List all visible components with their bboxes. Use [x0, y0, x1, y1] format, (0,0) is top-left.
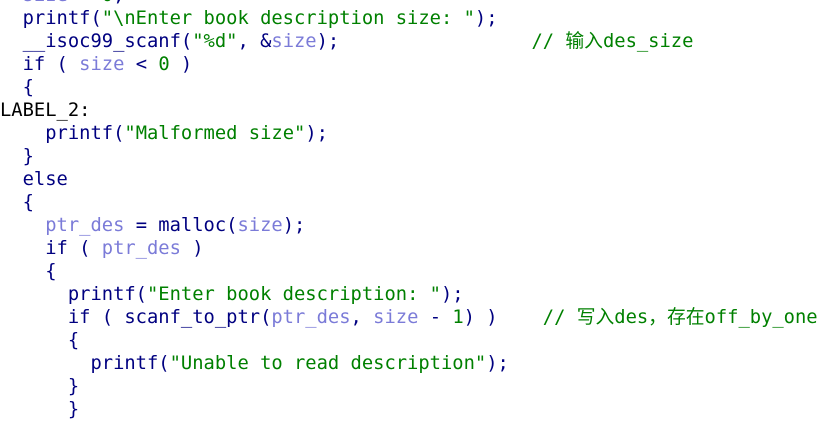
- string-literal: "Unable to read description": [169, 353, 487, 374]
- code-comment: // 写入des，存在off_by_one: [542, 307, 818, 328]
- variable-token: size: [23, 0, 68, 6]
- code-line[interactable]: }: [0, 398, 820, 421]
- code-line[interactable]: {: [0, 76, 820, 99]
- code-token: );: [282, 215, 306, 236]
- code-line[interactable]: }: [0, 145, 820, 168]
- code-token: else: [0, 169, 68, 190]
- code-token: -: [418, 307, 453, 328]
- code-line[interactable]: else: [0, 168, 820, 191]
- variable-token: size: [237, 215, 283, 236]
- number-literal: 0: [102, 0, 113, 6]
- code-token: printf(: [0, 353, 170, 374]
- string-literal: "Enter book description: ": [147, 284, 441, 305]
- code-token: {: [0, 261, 57, 282]
- code-line[interactable]: printf("Malformed size");: [0, 122, 820, 145]
- code-token: }: [0, 376, 80, 397]
- code-token: if (: [0, 54, 80, 75]
- code-line[interactable]: {: [0, 329, 820, 352]
- code-token: ,: [350, 307, 374, 328]
- code-token: __isoc99_scanf(: [0, 31, 193, 52]
- variable-token: size: [373, 307, 419, 328]
- code-token: }: [0, 146, 34, 167]
- code-line[interactable]: {: [0, 191, 820, 214]
- code-comment: // 输入des_size: [531, 31, 694, 52]
- code-line[interactable]: {: [0, 260, 820, 283]
- code-token: );: [305, 123, 328, 144]
- code-token: ;: [113, 0, 124, 6]
- code-line[interactable]: LABEL_2:: [0, 99, 820, 122]
- code-line[interactable]: __isoc99_scanf("%d", &size); // 输入des_si…: [0, 30, 820, 53]
- code-line[interactable]: size = 0;: [0, 0, 820, 7]
- code-token: {: [0, 330, 80, 351]
- variable-token: size: [271, 31, 317, 52]
- variable-token: ptr_des: [271, 307, 351, 328]
- code-token: printf(: [0, 8, 102, 29]
- code-token: );: [441, 284, 464, 305]
- code-token: {: [0, 77, 34, 98]
- string-literal: "\nEnter book description size: ": [101, 8, 475, 29]
- code-line[interactable]: if ( ptr_des ): [0, 237, 820, 260]
- code-token: if (: [0, 238, 102, 259]
- code-token: );: [486, 353, 509, 374]
- code-line[interactable]: if ( scanf_to_ptr(ptr_des, size - 1) ) /…: [0, 306, 820, 329]
- code-token: =: [68, 0, 102, 6]
- code-token: ) ): [463, 307, 543, 328]
- code-token: {: [0, 192, 34, 213]
- variable-token: ptr_des: [45, 215, 125, 236]
- code-token: );: [316, 31, 532, 52]
- code-token: ): [180, 238, 204, 259]
- code-line[interactable]: if ( size < 0 ): [0, 53, 820, 76]
- code-line[interactable]: }: [0, 375, 820, 398]
- pseudocode-view[interactable]: size = 0; printf("\nEnter book descripti…: [0, 0, 820, 421]
- code-token: <: [124, 54, 159, 75]
- number-literal: 0: [158, 54, 170, 75]
- number-literal: 1: [452, 307, 464, 328]
- string-literal: "Malformed size": [124, 123, 306, 144]
- code-token: = malloc(: [124, 215, 238, 236]
- string-literal: "%d": [192, 31, 238, 52]
- code-label: LABEL_2:: [0, 100, 91, 121]
- code-token: if ( scanf_to_ptr(: [0, 307, 272, 328]
- code-line[interactable]: printf("\nEnter book description size: "…: [0, 7, 820, 30]
- code-token: ): [169, 54, 193, 75]
- variable-token: ptr_des: [101, 238, 181, 259]
- code-token: printf(: [0, 123, 125, 144]
- code-token: );: [474, 8, 498, 29]
- code-token: printf(: [0, 284, 147, 305]
- code-line[interactable]: printf("Unable to read description");: [0, 352, 820, 375]
- code-line[interactable]: ptr_des = malloc(size);: [0, 214, 820, 237]
- variable-token: size: [79, 54, 125, 75]
- code-token: , &: [237, 31, 272, 52]
- code-line[interactable]: printf("Enter book description: ");: [0, 283, 820, 306]
